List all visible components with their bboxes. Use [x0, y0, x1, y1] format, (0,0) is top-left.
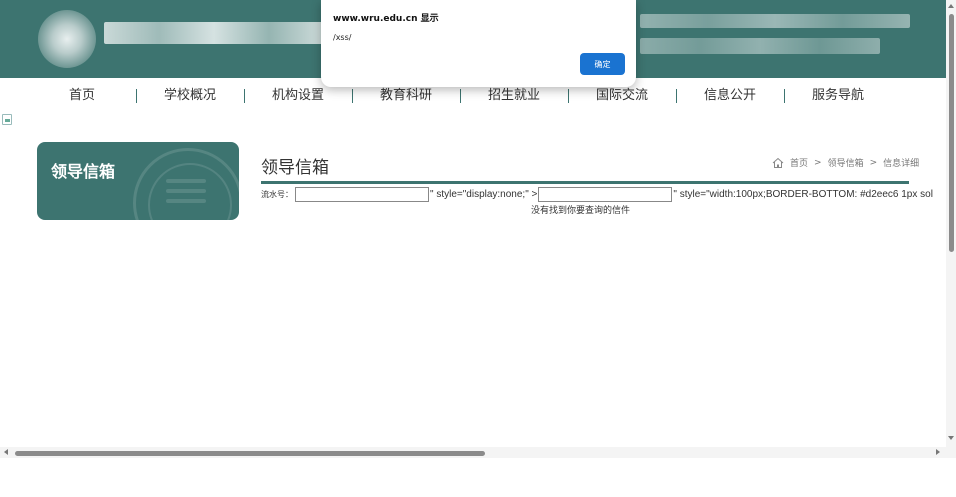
- sidebar-card: 领导信箱: [37, 142, 239, 220]
- nav-item-admissions[interactable]: 招生就业: [460, 84, 568, 108]
- nav-item-international[interactable]: 国际交流: [568, 84, 676, 108]
- scroll-up-icon[interactable]: [948, 4, 954, 8]
- horizontal-scrollbar[interactable]: [0, 447, 946, 458]
- vertical-scroll-thumb[interactable]: [949, 14, 954, 252]
- alert-message: /xss/: [333, 33, 352, 42]
- school-seal-watermark: [133, 148, 239, 220]
- blurred-header-search: [640, 38, 880, 54]
- breadcrumb-mailbox[interactable]: 领导信箱: [828, 156, 864, 169]
- blurred-school-name: [104, 22, 324, 44]
- breadcrumb: 首页 > 领导信箱 > 信息详细: [772, 156, 919, 169]
- sidebar-title: 领导信箱: [51, 162, 116, 181]
- nav-item-about[interactable]: 学校概况: [136, 84, 244, 108]
- scroll-right-icon[interactable]: [936, 449, 940, 455]
- injected-text-2: " style="width:100px;BORDER-BOTTOM: #d2e…: [673, 188, 933, 200]
- blurred-header-links: [640, 14, 910, 28]
- scrollbar-corner: [946, 447, 956, 458]
- breadcrumb-current: 信息详细: [883, 159, 920, 169]
- nav-item-education[interactable]: 教育科研: [352, 84, 460, 108]
- serial-label: 流水号：: [261, 189, 293, 199]
- serial-input[interactable]: [295, 186, 429, 202]
- horizontal-scroll-thumb[interactable]: [15, 451, 485, 456]
- serial-query-row: 流水号： " style="display:none;" > " style="…: [261, 186, 934, 202]
- page-title: 领导信箱: [261, 158, 329, 178]
- not-found-message: 没有找到你要查询的信件: [531, 206, 631, 216]
- home-icon: [772, 157, 784, 168]
- title-divider: [261, 181, 909, 184]
- alert-dialog: www.wru.edu.cn 显示 /xss/ 确定: [321, 0, 636, 87]
- main-nav: 首页 学校概况 机构设置 教育科研 招生就业 国际交流 信息公开 服务导航: [28, 84, 918, 108]
- alert-title: www.wru.edu.cn 显示: [333, 14, 439, 24]
- school-logo: [38, 10, 96, 68]
- nav-item-home[interactable]: 首页: [28, 84, 136, 108]
- scroll-left-icon[interactable]: [4, 449, 8, 455]
- nav-item-organization[interactable]: 机构设置: [244, 84, 352, 108]
- breadcrumb-separator: >: [814, 157, 822, 168]
- breadcrumb-separator: >: [869, 157, 878, 168]
- query-input[interactable]: [538, 186, 673, 202]
- ok-button[interactable]: 确定: [580, 53, 625, 75]
- nav-item-disclosure[interactable]: 信息公开: [676, 84, 784, 108]
- injected-text-1: " style="display:none;" >: [430, 188, 538, 200]
- broken-image-icon: [2, 114, 12, 125]
- vertical-scrollbar[interactable]: [946, 0, 956, 458]
- scroll-down-icon[interactable]: [948, 436, 954, 440]
- breadcrumb-home[interactable]: 首页: [790, 156, 808, 169]
- nav-item-services[interactable]: 服务导航: [784, 84, 892, 108]
